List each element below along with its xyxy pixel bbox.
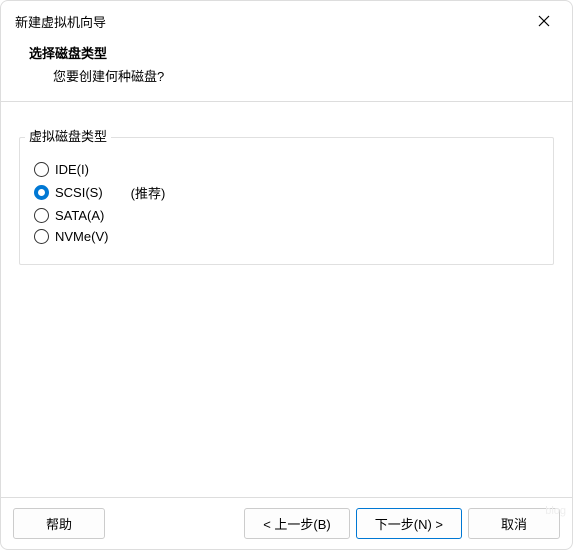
next-button[interactable]: 下一步(N) > [356, 508, 462, 539]
content-area: 虚拟磁盘类型 IDE(I) SCSI(S) (推荐) SATA(A) NVMe(… [1, 102, 572, 497]
footer: 帮助 < 上一步(B) 下一步(N) > 取消 [1, 497, 572, 549]
option-scsi-label: SCSI(S) [55, 185, 103, 200]
option-nvme[interactable]: NVMe(V) [34, 229, 539, 244]
option-ide[interactable]: IDE(I) [34, 162, 539, 177]
wizard-header: 选择磁盘类型 您要创建何种磁盘? [1, 39, 572, 101]
disk-type-group: IDE(I) SCSI(S) (推荐) SATA(A) NVMe(V) [19, 137, 554, 265]
close-icon [538, 15, 550, 27]
option-sata-label: SATA(A) [55, 208, 104, 223]
back-button[interactable]: < 上一步(B) [244, 508, 350, 539]
radio-scsi[interactable] [34, 185, 49, 200]
option-scsi-note: (推荐) [131, 183, 166, 202]
help-button[interactable]: 帮助 [13, 508, 105, 539]
page-subtitle: 您要创建何种磁盘? [29, 66, 544, 85]
radio-ide[interactable] [34, 162, 49, 177]
fieldset-label: 虚拟磁盘类型 [25, 126, 111, 145]
cancel-button[interactable]: 取消 [468, 508, 560, 539]
radio-nvme[interactable] [34, 229, 49, 244]
close-button[interactable] [530, 11, 558, 31]
radio-sata[interactable] [34, 208, 49, 223]
option-nvme-label: NVMe(V) [55, 229, 108, 244]
title-bar: 新建虚拟机向导 [1, 1, 572, 39]
option-scsi[interactable]: SCSI(S) (推荐) [34, 183, 539, 202]
window-title: 新建虚拟机向导 [15, 12, 106, 31]
page-title: 选择磁盘类型 [29, 43, 544, 62]
option-sata[interactable]: SATA(A) [34, 208, 539, 223]
option-ide-label: IDE(I) [55, 162, 89, 177]
